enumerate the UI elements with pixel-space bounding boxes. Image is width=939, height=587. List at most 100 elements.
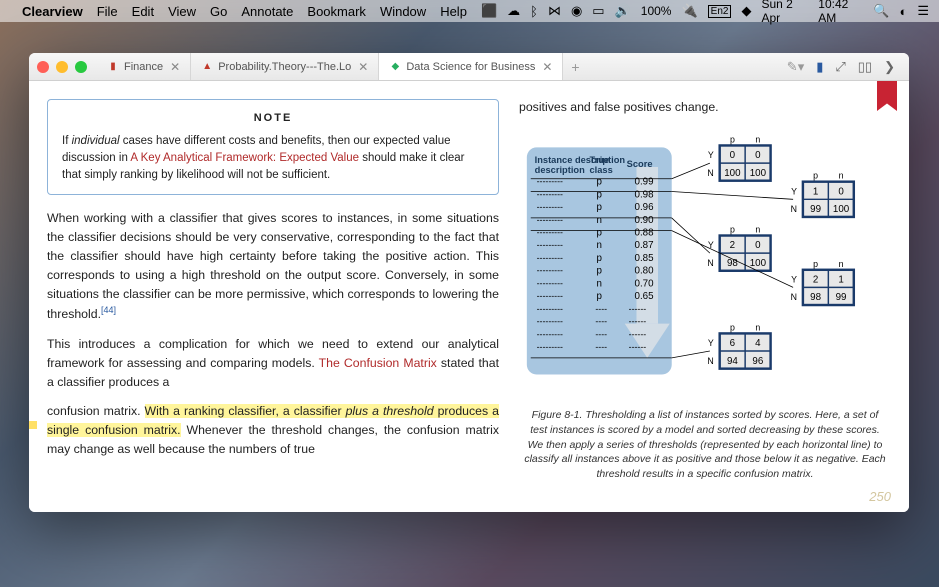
tab-probability[interactable]: ▲ Probability.Theory---The.Lo ✕ (191, 53, 379, 80)
menubar-date[interactable]: Sun 2 Apr (761, 0, 808, 25)
app-name[interactable]: Clearview (22, 4, 83, 19)
svg-text:2: 2 (730, 240, 735, 251)
tab-label: Probability.Theory---The.Lo (218, 61, 351, 73)
fullscreen-icon[interactable]: ⤢ (835, 59, 845, 75)
svg-text:0: 0 (755, 150, 761, 161)
spotlight-icon[interactable]: 🔍 (873, 3, 889, 19)
wifi-icon[interactable]: ◉ (571, 3, 582, 19)
svg-text:0.65: 0.65 (635, 291, 655, 302)
siri-icon[interactable]: ◐ (899, 4, 907, 19)
highlight-icon[interactable]: ✎▾ (787, 59, 804, 75)
svg-text:p: p (597, 291, 603, 302)
volume-icon[interactable]: 🔊 (615, 3, 631, 19)
menu-annotate[interactable]: Annotate (241, 4, 293, 19)
svg-text:p: p (597, 227, 603, 238)
svg-text:---------: --------- (537, 189, 563, 199)
footnote-ref[interactable]: [44] (101, 305, 116, 315)
figure-heading: positives and false positives change. (519, 99, 891, 117)
svg-text:---------: --------- (537, 342, 563, 352)
svg-text:True: True (589, 155, 609, 165)
close-icon[interactable]: ✕ (358, 60, 368, 74)
svg-text:----: ---- (595, 304, 607, 314)
svg-text:Y: Y (791, 274, 797, 284)
note-link[interactable]: A Key Analytical Framework: Expected Val… (130, 152, 359, 164)
tab-datascience[interactable]: ◆ Data Science for Business ✕ (379, 53, 563, 80)
document-window: ▮ Finance ✕ ▲ Probability.Theory---The.L… (29, 53, 909, 512)
tab-label: Finance (124, 61, 163, 73)
svg-text:p: p (597, 202, 603, 213)
notifications-icon[interactable]: ☰ (917, 3, 929, 19)
figure-caption: Figure 8-1. Thresholding a list of insta… (519, 408, 891, 481)
svg-text:p: p (730, 134, 735, 144)
bluetooth-icon[interactable]: ᛒ (530, 4, 538, 19)
menu-bookmark[interactable]: Bookmark (307, 4, 366, 19)
svg-text:0.96: 0.96 (635, 202, 654, 213)
book-icon: ▮ (107, 61, 119, 73)
svg-text:----: ---- (595, 316, 607, 326)
chevron-right-icon[interactable]: ❯ (884, 59, 895, 75)
cloud-icon[interactable]: ☁ (507, 3, 520, 19)
svg-text:n: n (755, 134, 760, 144)
menu-help[interactable]: Help (440, 4, 467, 19)
page-content: NOTE If individual cases have different … (29, 81, 909, 512)
svg-text:0.90: 0.90 (635, 215, 655, 226)
epub-icon: ◆ (389, 61, 401, 73)
svg-text:99: 99 (810, 204, 821, 215)
battery-text[interactable]: 100% (641, 4, 672, 18)
svg-text:---------: --------- (537, 304, 563, 314)
pdf-icon: ▲ (201, 61, 213, 73)
svg-text:------: ------ (629, 304, 647, 314)
bookmark-icon[interactable]: ▮ (816, 59, 823, 75)
svg-text:Y: Y (708, 150, 714, 160)
close-button[interactable] (37, 61, 49, 73)
svg-text:p: p (730, 224, 735, 234)
svg-text:100: 100 (724, 168, 741, 179)
svg-text:N: N (707, 356, 713, 366)
sidebar-icon[interactable]: ▯▯ (858, 59, 872, 75)
svg-text:n: n (597, 278, 602, 289)
menubar: Clearview File Edit View Go Annotate Boo… (0, 0, 939, 22)
new-tab-button[interactable]: + (563, 53, 587, 80)
evernote-icon[interactable]: ⬛ (481, 3, 497, 19)
highlight-marker (29, 421, 37, 429)
svg-text:p: p (597, 266, 603, 277)
menu-view[interactable]: View (168, 4, 196, 19)
link-icon[interactable]: ⋈ (548, 3, 561, 19)
display-icon[interactable]: ▭ (592, 3, 604, 19)
crossref-link[interactable]: The Confusion Matrix (319, 356, 437, 370)
svg-text:4: 4 (755, 338, 761, 349)
svg-text:Y: Y (791, 186, 797, 196)
battery-icon[interactable]: 🔌 (681, 3, 697, 19)
svg-text:---------: --------- (537, 215, 563, 225)
menu-window[interactable]: Window (380, 4, 426, 19)
svg-text:p: p (730, 322, 735, 332)
menu-edit[interactable]: Edit (132, 4, 154, 19)
menubar-time[interactable]: 10:42 AM (818, 0, 863, 25)
close-icon[interactable]: ✕ (542, 60, 552, 74)
svg-text:0.80: 0.80 (635, 266, 655, 277)
tab-label: Data Science for Business (406, 61, 535, 73)
tab-finance[interactable]: ▮ Finance ✕ (97, 53, 191, 80)
svg-text:96: 96 (752, 356, 763, 367)
right-column: positives and false positives change. In… (513, 81, 909, 512)
svg-text:0: 0 (730, 150, 736, 161)
svg-text:---------: --------- (537, 202, 563, 212)
svg-text:100: 100 (750, 258, 767, 269)
left-column: NOTE If individual cases have different … (29, 81, 513, 512)
svg-text:---------: --------- (537, 266, 563, 276)
menu-go[interactable]: Go (210, 4, 227, 19)
svg-text:100: 100 (750, 168, 767, 179)
menu-file[interactable]: File (97, 4, 118, 19)
input-lang[interactable]: En2 (708, 5, 732, 18)
svg-text:p: p (597, 176, 603, 187)
dropbox-icon[interactable]: ◆ (741, 3, 751, 19)
svg-text:N: N (791, 292, 797, 302)
close-icon[interactable]: ✕ (170, 60, 180, 74)
svg-text:---------: --------- (537, 329, 563, 339)
titlebar: ▮ Finance ✕ ▲ Probability.Theory---The.L… (29, 53, 909, 81)
zoom-button[interactable] (75, 61, 87, 73)
figure-8-1: Instance description description True cl… (519, 125, 891, 395)
minimize-button[interactable] (56, 61, 68, 73)
svg-text:------: ------ (629, 342, 647, 352)
svg-text:---------: --------- (537, 176, 563, 186)
